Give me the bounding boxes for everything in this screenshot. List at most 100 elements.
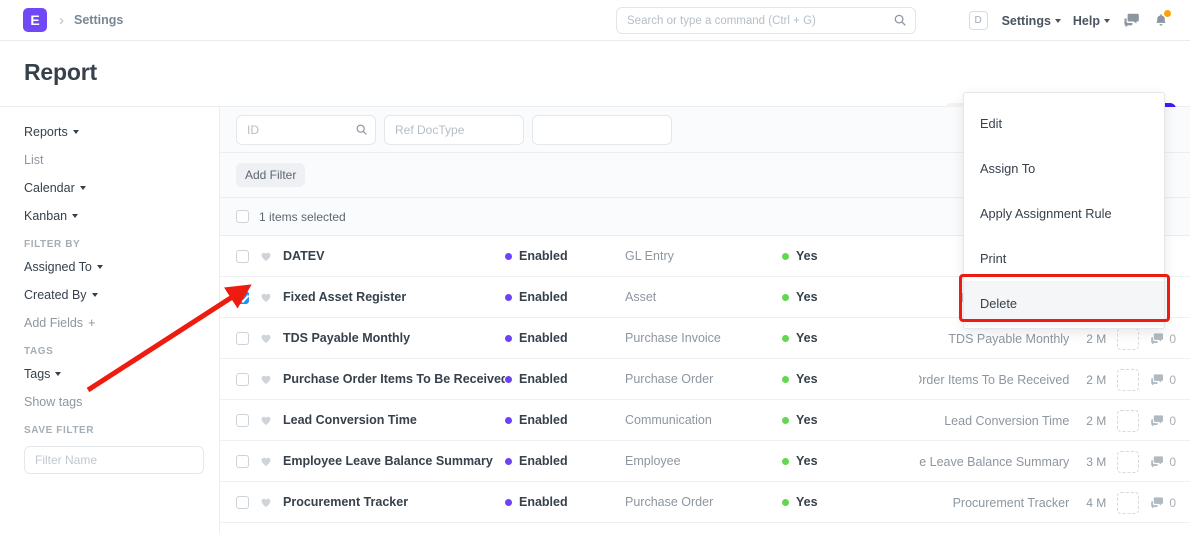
- third-filter-input[interactable]: [532, 115, 672, 145]
- chevron-down-icon: [72, 214, 78, 218]
- row-title[interactable]: DATEV: [283, 249, 505, 263]
- status-dot-icon: [505, 417, 512, 424]
- heart-icon[interactable]: [259, 495, 273, 509]
- favorite-heart-icon[interactable]: [259, 331, 273, 345]
- app-logo[interactable]: E: [23, 8, 47, 32]
- row-checkbox[interactable]: [236, 455, 249, 468]
- row-checkbox[interactable]: [236, 332, 249, 345]
- page-title: Report: [24, 59, 97, 86]
- standard-dot-icon: [782, 458, 789, 465]
- sidebar-item-add-fields[interactable]: Add Fields +: [24, 316, 95, 330]
- heart-icon[interactable]: [259, 413, 273, 427]
- heart-icon[interactable]: [259, 290, 273, 304]
- row-title[interactable]: Lead Conversion Time: [283, 413, 505, 427]
- sidebar-item-assigned-to[interactable]: Assigned To: [24, 260, 103, 274]
- row-status-label: Enabled: [519, 249, 568, 263]
- sidebar-item-created-by[interactable]: Created By: [24, 288, 98, 302]
- ref-doctype-filter-input[interactable]: [384, 115, 524, 145]
- heart-icon[interactable]: [259, 331, 273, 345]
- add-filter-button[interactable]: Add Filter: [236, 163, 305, 187]
- row-assignee-placeholder[interactable]: [1117, 451, 1139, 473]
- row-tail-text: Employee Leave Balance Summary: [919, 455, 1069, 469]
- favorite-heart-icon[interactable]: [259, 372, 273, 386]
- favorite-heart-icon[interactable]: [259, 249, 273, 263]
- sidebar-item-tags[interactable]: Tags: [24, 367, 61, 381]
- table-row[interactable]: Lead Conversion TimeEnabledCommunication…: [220, 400, 1190, 441]
- standard-dot-icon: [782, 499, 789, 506]
- navbar-left: E › Settings: [0, 8, 123, 32]
- row-standard: Yes: [782, 331, 932, 345]
- standard-dot-icon: [782, 376, 789, 383]
- chat-button[interactable]: [1116, 6, 1146, 36]
- navbar-settings-dropdown[interactable]: Settings: [996, 10, 1067, 32]
- select-all-checkbox[interactable]: [236, 210, 249, 223]
- save-filter-name-input[interactable]: [24, 446, 204, 474]
- plus-icon: +: [88, 316, 95, 330]
- row-modified-time: 2 M: [1080, 332, 1106, 346]
- row-assignee-placeholder[interactable]: [1117, 492, 1139, 514]
- sidebar-label: Calendar: [24, 181, 75, 195]
- row-comments[interactable]: 0: [1150, 414, 1176, 428]
- row-tail: Employee Leave Balance Summary3 M0: [919, 441, 1176, 482]
- row-title[interactable]: Purchase Order Items To Be Received: [283, 372, 505, 386]
- favorite-heart-icon[interactable]: [259, 290, 273, 304]
- row-checkbox[interactable]: [236, 250, 249, 263]
- favorite-heart-icon[interactable]: [259, 454, 273, 468]
- row-checkbox[interactable]: [236, 496, 249, 509]
- row-title[interactable]: TDS Payable Monthly: [283, 331, 505, 345]
- row-status: Enabled: [505, 331, 625, 345]
- table-row[interactable]: Employee Leave Balance Summary Enabled Emp…: [220, 441, 1190, 482]
- breadcrumb-settings[interactable]: Settings: [74, 13, 123, 27]
- notifications-button[interactable]: [1146, 6, 1176, 36]
- navbar-right: D Settings Help: [969, 0, 1176, 41]
- actions-menu-item-apply-assignment-rule[interactable]: Apply Assignment Rule: [964, 191, 1164, 236]
- row-standard-label: Yes: [796, 290, 818, 304]
- table-row[interactable]: Purchase Order Items To Be ReceivedEnabl…: [220, 359, 1190, 400]
- row-status-label: Enabled: [519, 454, 568, 468]
- heart-icon[interactable]: [259, 454, 273, 468]
- row-title[interactable]: Fixed Asset Register: [283, 290, 505, 304]
- sidebar-item-calendar[interactable]: Calendar: [24, 181, 86, 195]
- sidebar-label: Assigned To: [24, 260, 92, 274]
- selected-count-label: 1 items selected: [259, 210, 346, 224]
- row-comments[interactable]: 0: [1150, 332, 1176, 346]
- row-checkbox[interactable]: [236, 291, 249, 304]
- row-checkbox[interactable]: [236, 414, 249, 427]
- navbar-help-dropdown[interactable]: Help: [1067, 10, 1116, 32]
- row-title[interactable]: Procurement Tracker: [283, 495, 505, 509]
- actions-menu-item-edit[interactable]: Edit: [964, 101, 1164, 146]
- row-comment-count: 0: [1169, 373, 1176, 387]
- sidebar-heading-tags: TAGS: [24, 346, 195, 357]
- row-standard-label: Yes: [796, 454, 818, 468]
- actions-menu-item-assign-to[interactable]: Assign To: [964, 146, 1164, 191]
- sidebar-item-kanban[interactable]: Kanban: [24, 209, 78, 223]
- row-doctype: Purchase Order: [625, 372, 782, 386]
- top-navbar: E › Settings D Settings Help: [0, 0, 1190, 41]
- sidebar-label: Tags: [24, 367, 50, 381]
- favorite-heart-icon[interactable]: [259, 495, 273, 509]
- row-assignee-placeholder[interactable]: [1117, 410, 1139, 432]
- row-assignee-placeholder[interactable]: [1117, 369, 1139, 391]
- actions-menu-item-delete[interactable]: Delete: [964, 281, 1164, 326]
- sidebar-item-show-tags[interactable]: Show tags: [24, 395, 82, 409]
- notification-badge-dot: [1164, 10, 1171, 17]
- sidebar-item-reports[interactable]: Reports: [24, 125, 79, 139]
- heart-icon[interactable]: [259, 249, 273, 263]
- global-search-input[interactable]: [616, 7, 916, 34]
- sidebar-label: Kanban: [24, 209, 67, 223]
- row-checkbox[interactable]: [236, 373, 249, 386]
- heart-icon[interactable]: [259, 372, 273, 386]
- chevron-down-icon: [55, 372, 61, 376]
- row-comments[interactable]: 0: [1150, 455, 1176, 469]
- actions-menu-item-print[interactable]: Print: [964, 236, 1164, 281]
- chevron-down-icon: [92, 293, 98, 297]
- table-row[interactable]: Procurement TrackerEnabledPurchase Order…: [220, 482, 1190, 523]
- user-avatar[interactable]: D: [969, 11, 988, 30]
- row-comments[interactable]: 0: [1150, 373, 1176, 387]
- sidebar-label: Show tags: [24, 395, 82, 409]
- row-comments[interactable]: 0: [1150, 496, 1176, 510]
- row-assignee-placeholder[interactable]: [1117, 328, 1139, 350]
- row-title[interactable]: Employee Leave Balance Summary: [283, 454, 505, 468]
- sidebar-item-list[interactable]: List: [24, 153, 43, 167]
- favorite-heart-icon[interactable]: [259, 413, 273, 427]
